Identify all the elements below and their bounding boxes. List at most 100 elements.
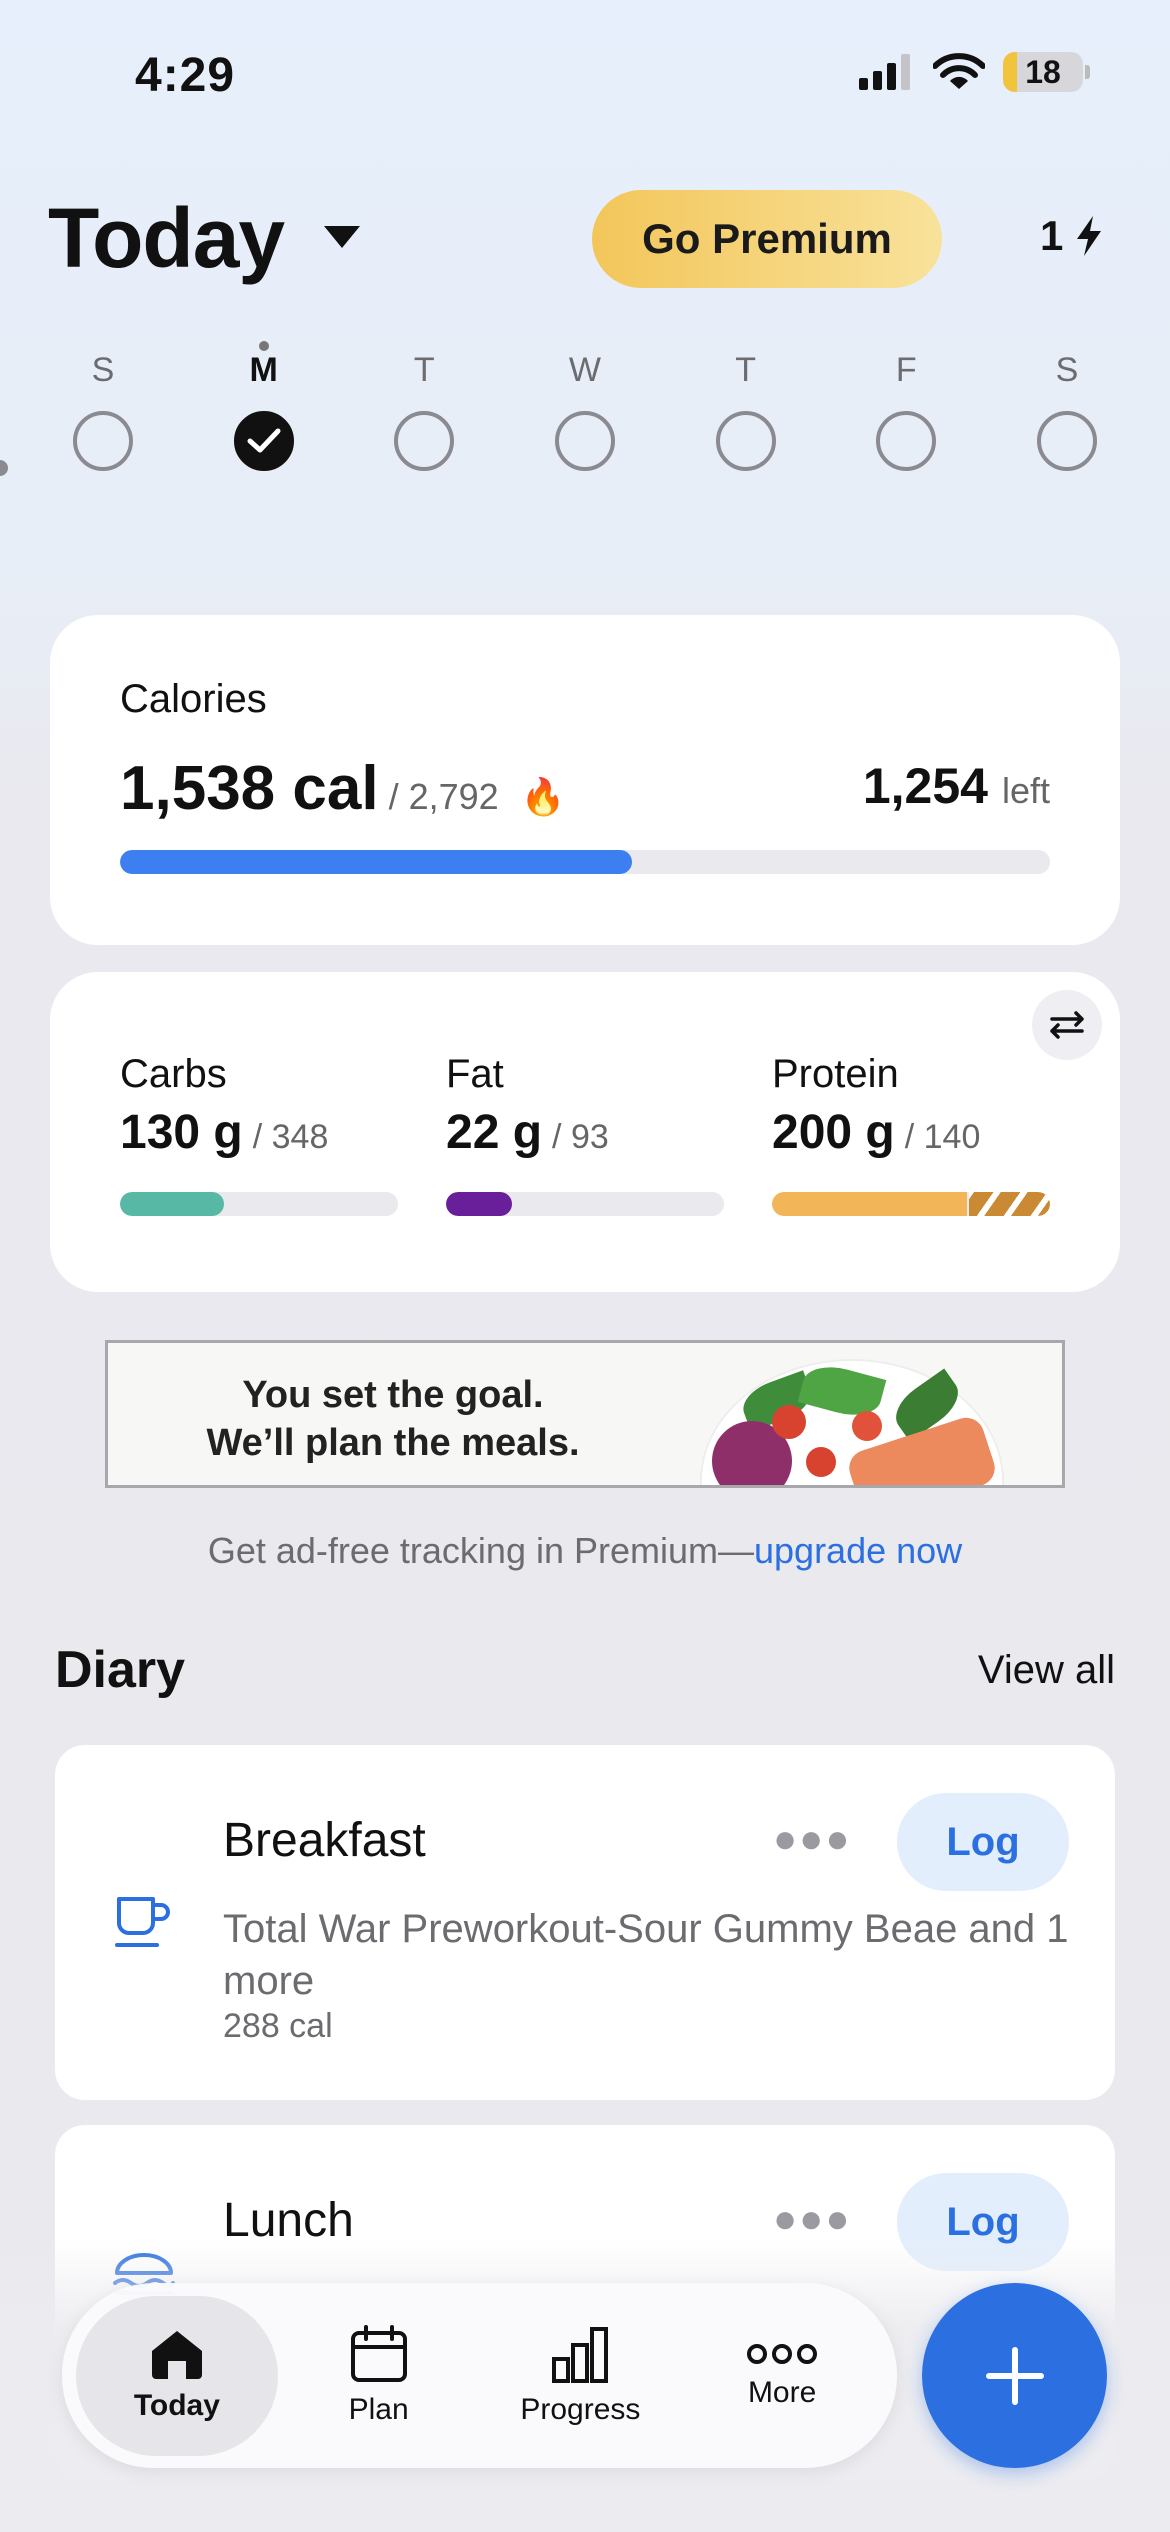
tab-label: Today xyxy=(133,2388,220,2422)
macro-label: Carbs xyxy=(120,1052,227,1096)
macro-progress-bar xyxy=(772,1192,1050,1216)
meal-description: Total War Preworkout-Sour Gummy Beae and… xyxy=(223,1907,1069,2003)
streak-count: 1 xyxy=(1040,212,1064,259)
macro-progress-bar xyxy=(120,1192,398,1216)
status-icons: 18 xyxy=(859,52,1090,92)
tab-today[interactable]: Today xyxy=(76,2295,278,2456)
swap-arrows-icon xyxy=(1050,1011,1084,1039)
battery-indicator: 18 xyxy=(1003,52,1083,92)
streak-counter[interactable]: 1 xyxy=(1040,212,1103,260)
tab-progress[interactable]: Progress xyxy=(480,2296,682,2456)
day-letter: T xyxy=(413,351,435,389)
calories-summary: 1,538 cal / 2,792 🔥 xyxy=(120,753,566,824)
macro-value: 200 g xyxy=(772,1106,895,1159)
log-breakfast-button[interactable]: Log xyxy=(897,1793,1069,1891)
macro-progress-fill xyxy=(772,1192,967,1216)
day-letter: F xyxy=(895,351,917,389)
day-letter: M xyxy=(249,351,278,389)
macro-label: Fat xyxy=(446,1052,504,1096)
ad-banner[interactable]: You set the goal. We’ll plan the meals. xyxy=(105,1340,1065,1488)
macro-over-goal-stripes xyxy=(968,1192,1050,1216)
page-title[interactable]: Today xyxy=(48,190,285,287)
day-letter: W xyxy=(568,351,602,389)
macro-goal: / 140 xyxy=(904,1118,981,1156)
day-status-circle xyxy=(1036,411,1097,471)
day-letter: T xyxy=(735,351,757,389)
macro-fat: Fat 22 g / 93 xyxy=(446,1052,724,1216)
calories-goal: / 2,792 xyxy=(388,776,499,817)
day-wednesday[interactable]: W xyxy=(510,345,660,471)
previous-week-indicator xyxy=(0,460,8,476)
day-status-circle xyxy=(715,411,776,471)
calories-remaining: 1,254 left xyxy=(863,757,1050,815)
bar-chart-icon xyxy=(552,2326,609,2383)
tab-label: More xyxy=(747,2375,817,2409)
macro-carbs: Carbs 130 g / 348 xyxy=(120,1052,398,1216)
go-premium-button[interactable]: Go Premium xyxy=(592,190,942,288)
meal-card-breakfast[interactable]: Breakfast ●●● Log Total War Preworkout-S… xyxy=(55,1745,1115,2100)
macro-progress-fill xyxy=(120,1192,224,1216)
macro-goal: / 348 xyxy=(252,1118,329,1156)
tab-plan[interactable]: Plan xyxy=(278,2296,480,2456)
bottom-tab-bar: Today Plan Progress More xyxy=(62,2283,897,2468)
day-status-circle xyxy=(554,411,615,471)
day-thursday[interactable]: T xyxy=(671,345,821,471)
home-icon xyxy=(151,2330,202,2379)
macro-protein: Protein 200 g / 140 xyxy=(772,1052,1050,1216)
tab-label: Plan xyxy=(348,2392,409,2426)
ad-text: You set the goal. We’ll plan the meals. xyxy=(108,1371,678,1467)
day-letter: S xyxy=(91,351,115,389)
lightning-bolt-icon xyxy=(1077,216,1102,256)
day-friday[interactable]: F xyxy=(831,345,981,471)
day-saturday[interactable]: S xyxy=(992,345,1142,471)
macro-goal: / 93 xyxy=(552,1118,609,1156)
caret-down-icon[interactable] xyxy=(324,226,360,248)
calories-left-label: left xyxy=(1001,770,1050,811)
view-all-link[interactable]: View all xyxy=(978,1648,1115,1693)
add-entry-button[interactable] xyxy=(922,2283,1107,2468)
macro-value: 22 g xyxy=(446,1106,543,1159)
calories-left-value: 1,254 xyxy=(862,758,988,814)
day-status-circle xyxy=(73,411,133,471)
day-status-circle xyxy=(394,411,455,471)
meal-calories: 288 cal xyxy=(223,2007,333,2045)
day-tuesday[interactable]: T xyxy=(349,345,499,471)
calories-consumed: 1,538 cal xyxy=(120,754,379,823)
calories-card[interactable]: Calories 1,538 cal / 2,792 🔥 1,254 left xyxy=(50,615,1120,945)
macro-progress-fill xyxy=(446,1192,512,1216)
more-options-icon[interactable]: ●●● xyxy=(773,1817,851,1862)
ad-free-note: Get ad-free tracking in Premium—upgrade … xyxy=(0,1530,1170,1572)
macros-card[interactable]: Carbs 130 g / 348 Fat 22 g / 93 Protein … xyxy=(50,972,1120,1292)
day-status-circle xyxy=(876,411,937,471)
ad-line-2: We’ll plan the meals. xyxy=(206,1422,580,1464)
swap-view-button[interactable] xyxy=(1032,990,1102,1060)
upgrade-now-link[interactable]: upgrade now xyxy=(754,1530,962,1571)
macro-value: 130 g xyxy=(120,1106,243,1159)
more-options-icon[interactable]: ●●● xyxy=(773,2197,851,2242)
ad-line-1: You set the goal. xyxy=(242,1374,544,1416)
coffee-cup-icon xyxy=(113,1893,173,1958)
diary-title: Diary xyxy=(55,1641,186,1699)
salad-plate-image xyxy=(702,1359,1002,1485)
macro-label: Protein xyxy=(772,1052,899,1096)
tab-more[interactable]: More xyxy=(681,2296,883,2456)
checkmark-icon xyxy=(247,428,281,453)
more-icon xyxy=(747,2343,818,2364)
day-monday[interactable]: M xyxy=(189,341,339,471)
week-selector: S M T W T F S xyxy=(28,341,1142,471)
day-status-circle xyxy=(233,411,294,471)
day-sunday[interactable]: S xyxy=(28,345,178,471)
plus-icon xyxy=(985,2346,1044,2405)
macro-progress-bar xyxy=(446,1192,724,1216)
calories-progress-bar xyxy=(120,850,1050,874)
calories-progress-fill xyxy=(120,850,633,874)
day-letter: S xyxy=(1055,351,1079,389)
today-dot xyxy=(258,341,269,351)
tab-label: Progress xyxy=(520,2392,641,2426)
cellular-signal-icon xyxy=(859,54,910,90)
calendar-icon xyxy=(350,2324,407,2382)
battery-level: 18 xyxy=(1025,53,1061,90)
flame-icon: 🔥 xyxy=(520,776,566,817)
calories-label: Calories xyxy=(120,677,267,721)
meal-name: Breakfast xyxy=(223,1814,426,1867)
